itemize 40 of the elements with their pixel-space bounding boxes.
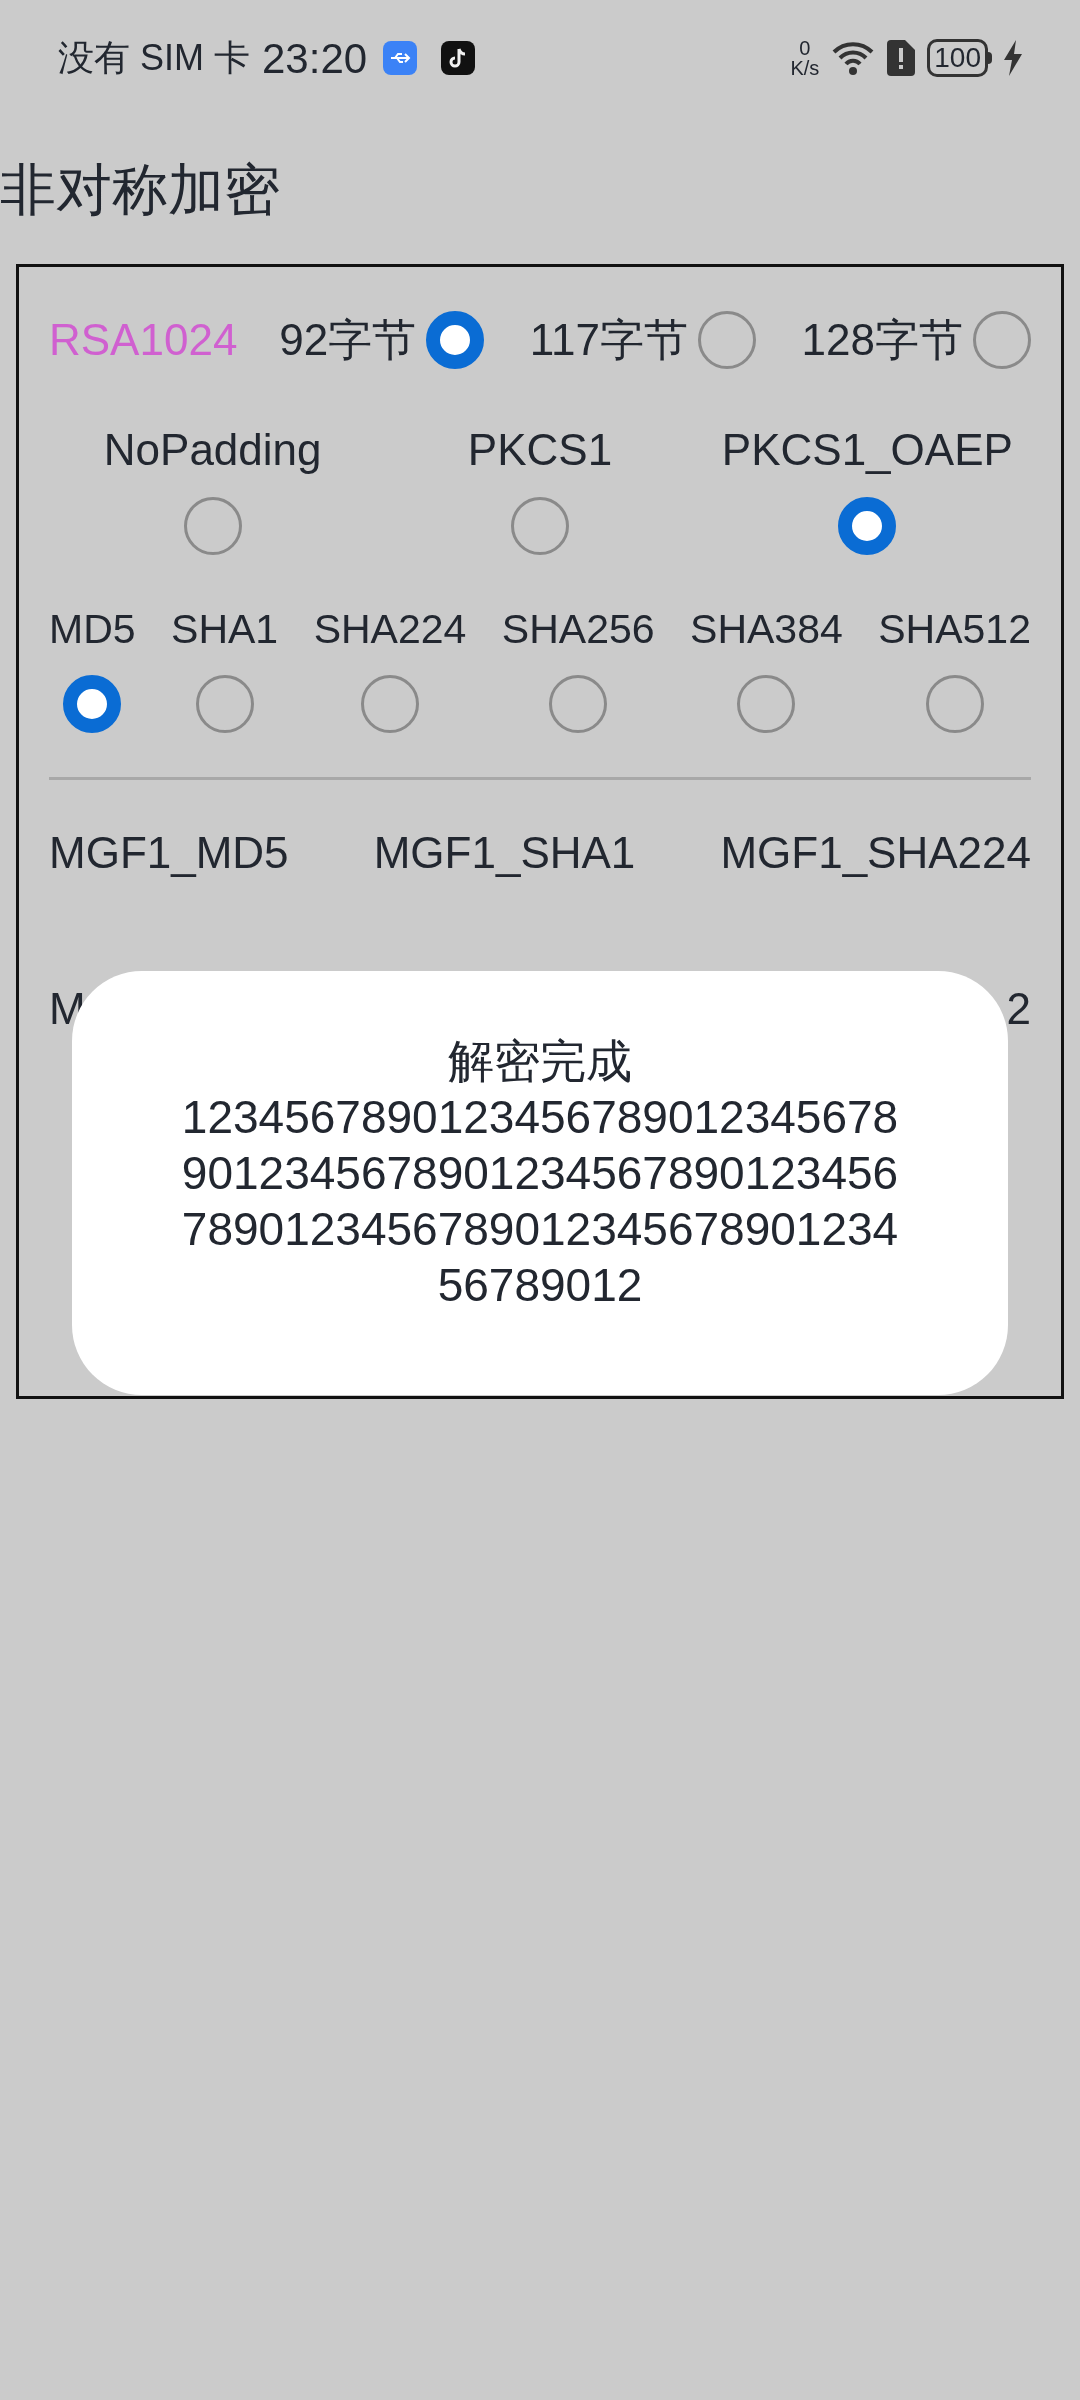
page-title: 非对称加密 bbox=[0, 162, 281, 218]
carrier-text: 没有 SIM 卡 bbox=[58, 36, 250, 80]
option-label: SHA1 bbox=[171, 605, 279, 654]
usb-icon bbox=[383, 41, 418, 75]
net-speed-value: 0 bbox=[799, 38, 811, 58]
option-label: 117字节 bbox=[529, 313, 688, 366]
option-label: SHA224 bbox=[313, 605, 467, 654]
charging-bolt-icon bbox=[1004, 40, 1022, 76]
radio-button[interactable] bbox=[925, 674, 984, 733]
radio-button[interactable] bbox=[183, 497, 242, 555]
music-note-icon bbox=[441, 41, 476, 75]
option-label: MGF1_SHA224 bbox=[720, 826, 1031, 879]
radio-button[interactable] bbox=[698, 310, 756, 369]
option-label: MGF1_SHA1 bbox=[373, 826, 636, 879]
option-label: 128字节 bbox=[801, 313, 963, 366]
radio-button[interactable] bbox=[195, 674, 254, 733]
option-label: PKCS1 bbox=[467, 424, 613, 476]
toast-message: 12345678901234567890123456789012345678901234567890123456789012345678901234567890123456789012 bbox=[180, 1090, 900, 1313]
radio-button[interactable] bbox=[973, 310, 1031, 369]
option-label: 92字节 bbox=[279, 313, 417, 366]
option-label: PKCS1_OAEP bbox=[721, 424, 1013, 476]
radio-button[interactable] bbox=[737, 674, 796, 733]
net-speed-unit: K/s bbox=[790, 58, 820, 78]
sim-alert-icon bbox=[887, 40, 916, 76]
radio-button[interactable] bbox=[549, 674, 608, 733]
key-size-label: RSA1024 bbox=[49, 313, 238, 366]
toast-title: 解密完成 bbox=[448, 1034, 632, 1089]
wifi-icon bbox=[831, 40, 876, 76]
option-label: SHA384 bbox=[690, 605, 843, 654]
radio-button[interactable] bbox=[511, 497, 569, 555]
option-label: SHA512 bbox=[878, 605, 1031, 654]
option-label: 2 bbox=[1006, 982, 1031, 1035]
option-label: SHA256 bbox=[501, 605, 655, 654]
option-label: MD5 bbox=[49, 605, 136, 654]
radio-button[interactable] bbox=[838, 497, 897, 555]
clock: 23:20 bbox=[262, 33, 368, 84]
battery-level: 100 bbox=[934, 44, 981, 72]
option-label: NoPadding bbox=[103, 424, 322, 476]
option-label: MGF1_MD5 bbox=[49, 826, 289, 879]
radio-button[interactable] bbox=[361, 674, 419, 733]
